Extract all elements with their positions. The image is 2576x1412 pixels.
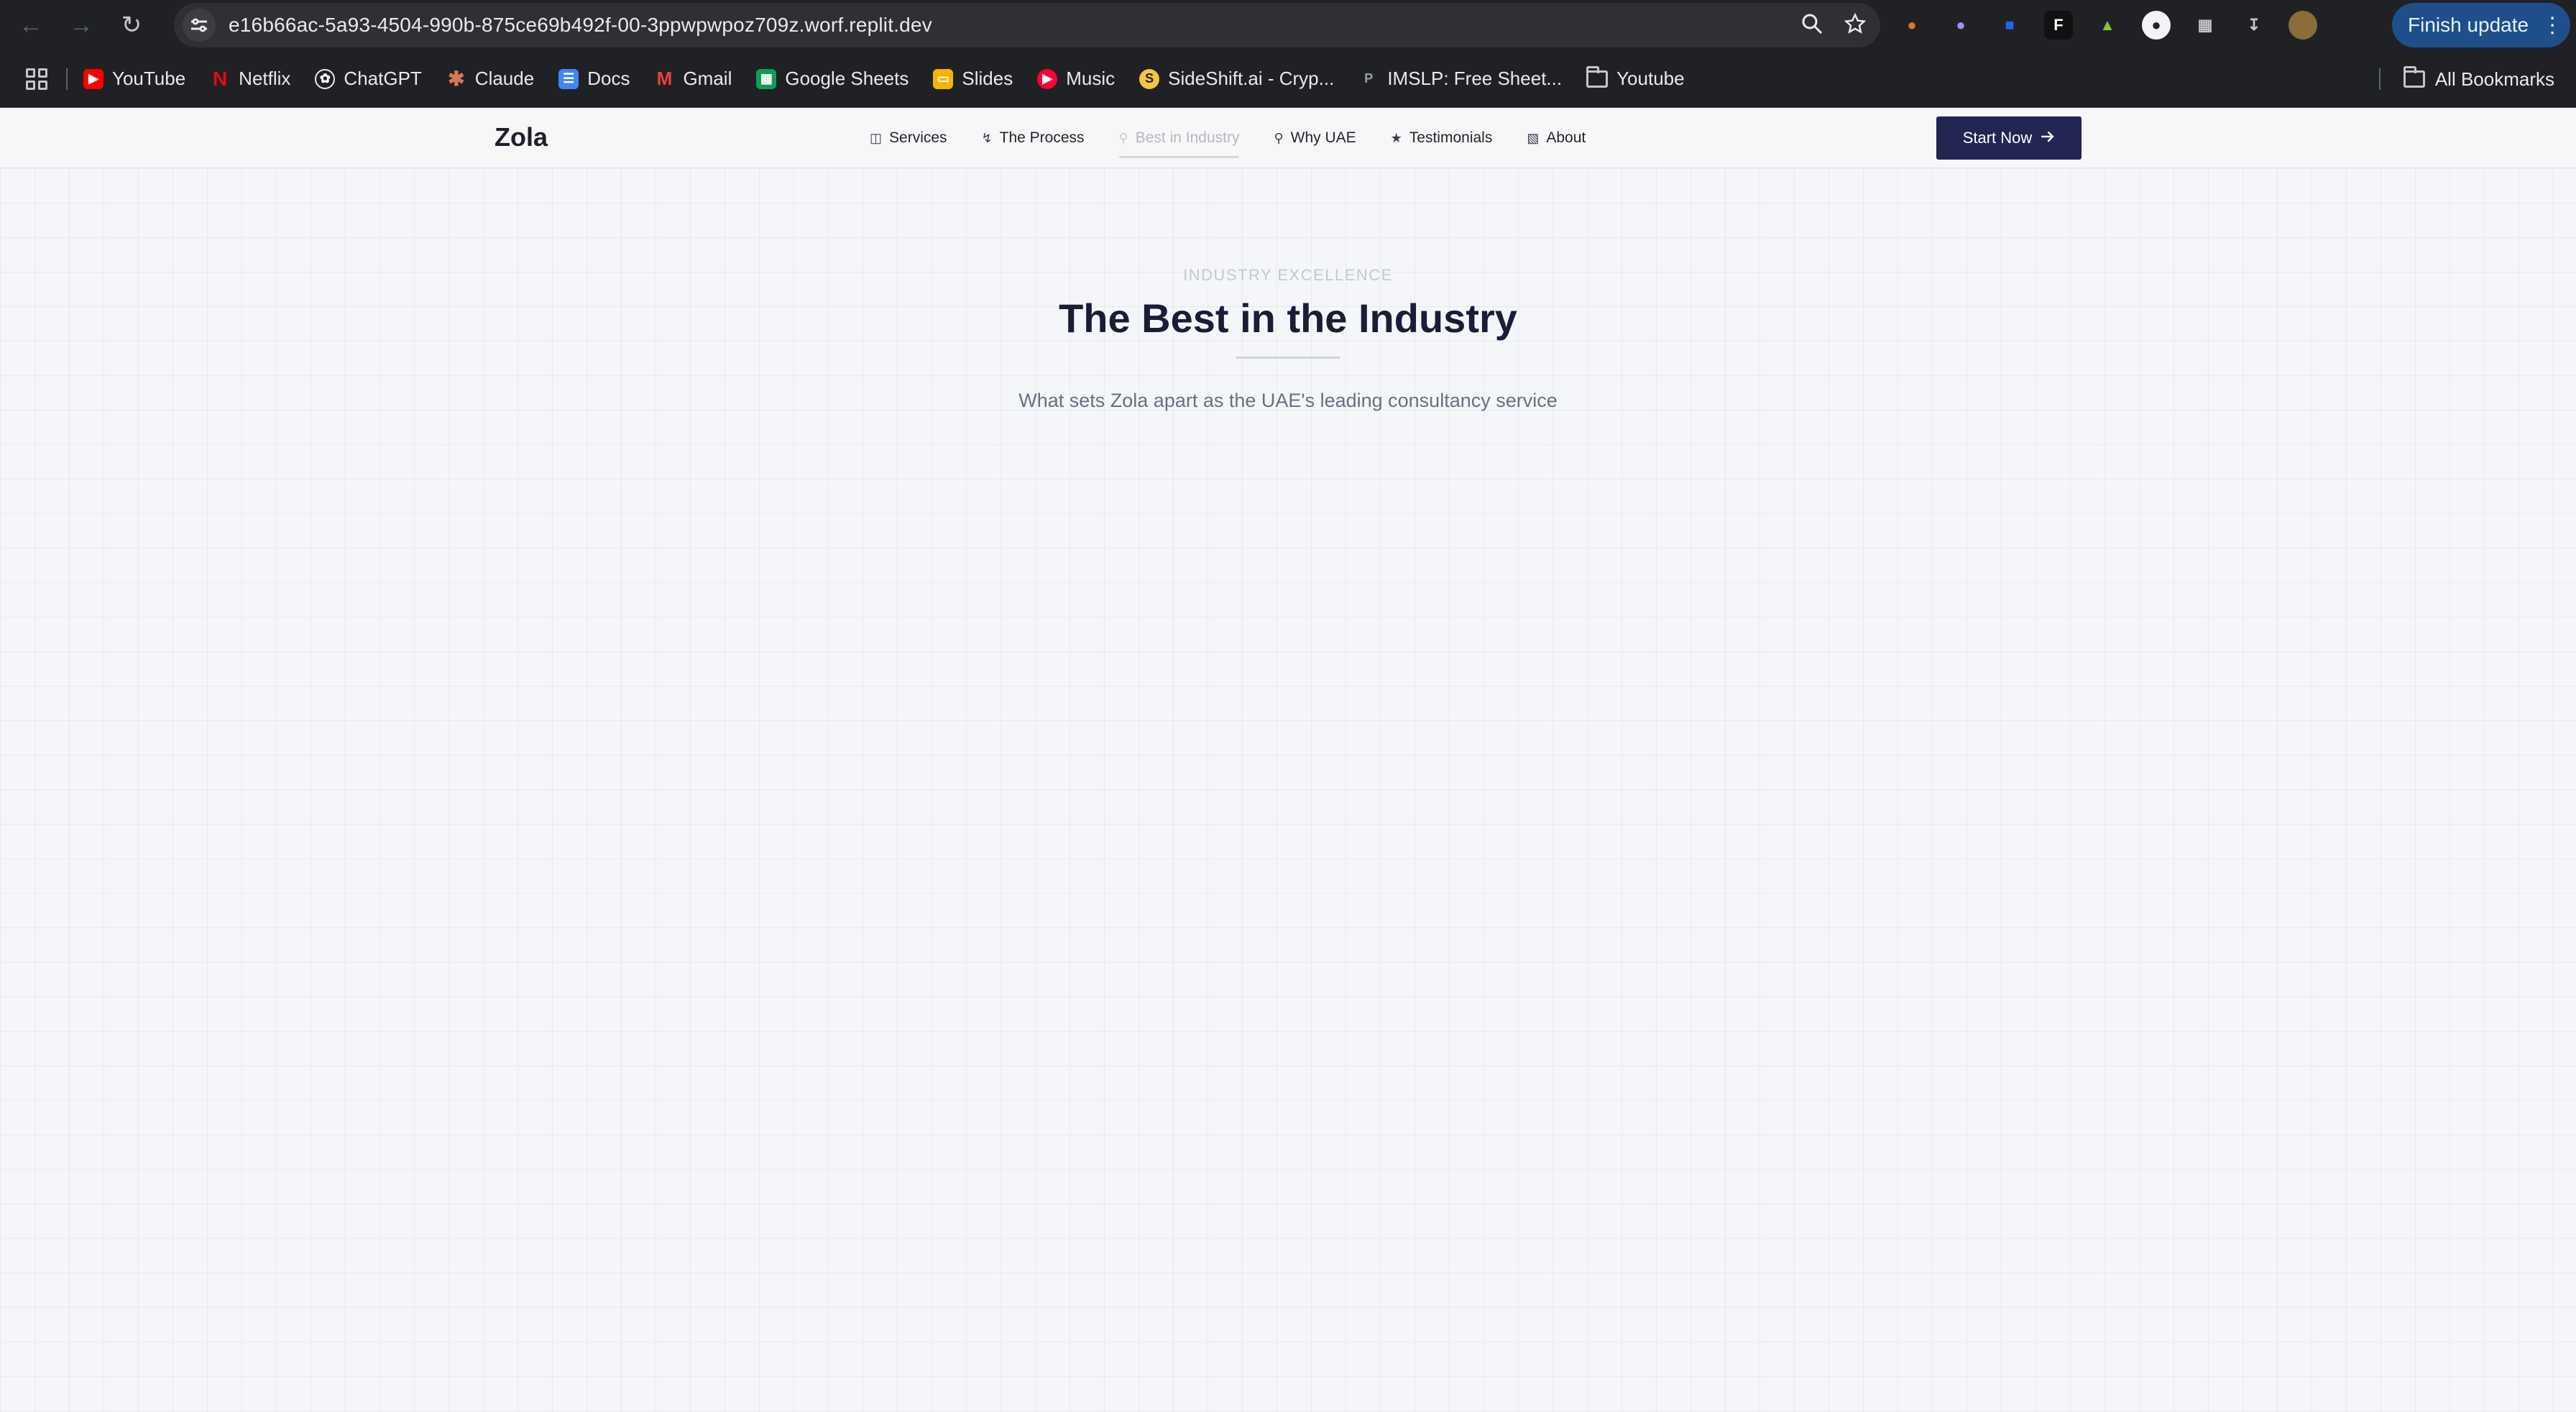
avatar-extension-icon[interactable]: ● — [2142, 11, 2171, 40]
bookmark-netflix[interactable]: N Netflix — [210, 68, 290, 90]
bookmark-label: Netflix — [239, 68, 291, 89]
map-pin-icon: ⚲ — [1274, 130, 1284, 145]
address-bar[interactable]: e16b66ac-5a93-4504-990b-875ce69b492f-00-… — [174, 3, 1880, 47]
puzzle-icon[interactable]: ▦ — [2191, 11, 2220, 40]
nav-label: Services — [889, 129, 947, 146]
folder-icon — [1586, 65, 1609, 88]
bookmarks-divider — [66, 68, 68, 90]
briefcase-icon: ◫ — [870, 130, 883, 145]
bookmark-label: Music — [1066, 68, 1116, 89]
nav-testimonials[interactable]: ★ Testimonials — [1391, 108, 1493, 168]
nav-label: Why UAE — [1290, 129, 1356, 146]
bookmark-google-sheets[interactable]: ▦ Google Sheets — [756, 68, 908, 90]
building-icon: ▧ — [1527, 130, 1540, 145]
youtube-icon: ▶ — [83, 68, 104, 89]
zoom-icon[interactable] — [1801, 13, 1823, 38]
workflow-icon: ↯ — [981, 130, 993, 145]
main-nav: ◫ Services ↯ The Process ⚲ Best in Indus… — [870, 108, 1620, 168]
bookmark-imslp[interactable]: P IMSLP: Free Sheet... — [1358, 68, 1562, 90]
section-title: The Best in the Industry — [1059, 295, 1517, 341]
reload-icon[interactable]: ↻ — [106, 0, 157, 50]
star-icon: ★ — [1390, 130, 1402, 145]
extensions-bar: ● ● ■ F ▲ ● ▦ ↧ — [1898, 0, 2317, 50]
bookmark-label: YouTube — [112, 68, 186, 89]
f-extension-icon[interactable]: F — [2044, 11, 2073, 40]
sheets-icon: ▦ — [756, 68, 777, 89]
bookmark-music[interactable]: ▶ Music — [1037, 68, 1115, 90]
bookmarks-divider — [2379, 68, 2380, 90]
bookmark-star-icon[interactable] — [1844, 12, 1867, 38]
bookmark-label: ChatGPT — [344, 68, 422, 89]
finish-update-label: Finish update — [2408, 14, 2529, 36]
bookmark-label: SideShift.ai - Cryp... — [1168, 68, 1335, 89]
shield-extension-icon[interactable]: ■ — [1995, 11, 2024, 40]
bookmark-docs[interactable]: ☰ Docs — [558, 68, 630, 90]
bookmark-chatgpt[interactable]: ✿ ChatGPT — [315, 68, 422, 90]
arrow-right-icon — [2041, 129, 2055, 147]
metamask-icon[interactable]: ● — [1898, 11, 1926, 40]
section-eyebrow: INDUSTRY EXCELLENCE — [1183, 266, 1393, 284]
claude-icon: ✱ — [448, 68, 465, 90]
forward-arrow-icon[interactable]: → — [56, 0, 106, 50]
nav-the-process[interactable]: ↯ The Process — [982, 108, 1085, 168]
kebab-menu-icon[interactable]: ⋮ — [2542, 13, 2563, 38]
start-now-label: Start Now — [1962, 129, 2033, 147]
slides-icon: ▭ — [933, 68, 954, 89]
folder-icon — [2403, 66, 2425, 88]
url-text[interactable]: e16b66ac-5a93-4504-990b-875ce69b492f-00-… — [229, 14, 932, 37]
nav-best-in-industry[interactable]: ⚲ Best in Industry — [1118, 108, 1240, 168]
bookmark-slides[interactable]: ▭ Slides — [933, 68, 1013, 90]
imslp-icon: P — [1364, 71, 1374, 86]
nav-label: Testimonials — [1409, 129, 1493, 146]
all-bookmarks-label: All Bookmarks — [2434, 68, 2554, 90]
ghost-icon[interactable]: ● — [1946, 11, 1975, 40]
bookmark-label: Gmail — [683, 68, 732, 89]
best-in-industry-section: INDUSTRY EXCELLENCE The Best in the Indu… — [0, 168, 2576, 1412]
netflix-icon: N — [213, 67, 228, 90]
bookmark-youtube[interactable]: ▶ YouTube — [83, 68, 185, 90]
award-icon: ⚲ — [1118, 130, 1128, 145]
profile-avatar[interactable] — [2288, 11, 2317, 40]
browser-toolbar: ← → ↻ e16b66ac-5a93-4504-990b-875ce69b49… — [0, 0, 2576, 50]
site-info-icon[interactable] — [183, 9, 216, 42]
bookmark-label: Slides — [962, 68, 1013, 89]
bookmark-label: Claude — [474, 68, 535, 89]
nav-about[interactable]: ▧ About — [1527, 108, 1586, 168]
bookmark-folder-youtube[interactable]: Youtube — [1586, 65, 1685, 90]
site-header: Zola ◫ Services ↯ The Process ⚲ Best in … — [0, 108, 2576, 168]
brand-logo[interactable]: Zola — [494, 122, 548, 152]
bookmark-sideshift[interactable]: S SideShift.ai - Cryp... — [1139, 68, 1334, 90]
docs-icon: ☰ — [558, 68, 579, 89]
bookmark-label: IMSLP: Free Sheet... — [1387, 68, 1563, 89]
sideshift-icon: S — [1139, 68, 1160, 89]
title-underline — [1236, 357, 1340, 359]
nav-why-uae[interactable]: ⚲ Why UAE — [1274, 108, 1356, 168]
nav-label: The Process — [999, 129, 1085, 146]
nav-label: About — [1546, 129, 1586, 146]
nav-services[interactable]: ◫ Services — [870, 108, 947, 168]
bookmark-gmail[interactable]: M Gmail — [654, 68, 732, 90]
bookmark-label: Docs — [587, 68, 630, 89]
start-now-button[interactable]: Start Now — [1936, 116, 2082, 160]
bookmark-label: Google Sheets — [785, 68, 909, 89]
chart-extension-icon[interactable]: ▲ — [2093, 11, 2122, 40]
bookmark-claude[interactable]: ✱ Claude — [446, 68, 534, 90]
gmail-icon: M — [656, 68, 673, 89]
music-icon: ▶ — [1037, 68, 1058, 89]
section-subtitle: What sets Zola apart as the UAE's leadin… — [1018, 390, 1558, 411]
back-arrow-icon[interactable]: ← — [6, 0, 56, 50]
chatgpt-icon: ✿ — [315, 68, 336, 89]
all-bookmarks-button[interactable]: All Bookmarks — [2403, 50, 2554, 108]
apps-grid-icon[interactable] — [26, 68, 47, 90]
bookmark-label: Youtube — [1616, 68, 1685, 89]
download-icon[interactable]: ↧ — [2240, 11, 2268, 40]
finish-update-button[interactable]: Finish update ⋮ — [2392, 3, 2570, 47]
bookmarks-bar: ▶ YouTube N Netflix ✿ ChatGPT ✱ Claude ☰… — [0, 50, 2576, 108]
nav-label: Best in Industry — [1135, 129, 1240, 146]
